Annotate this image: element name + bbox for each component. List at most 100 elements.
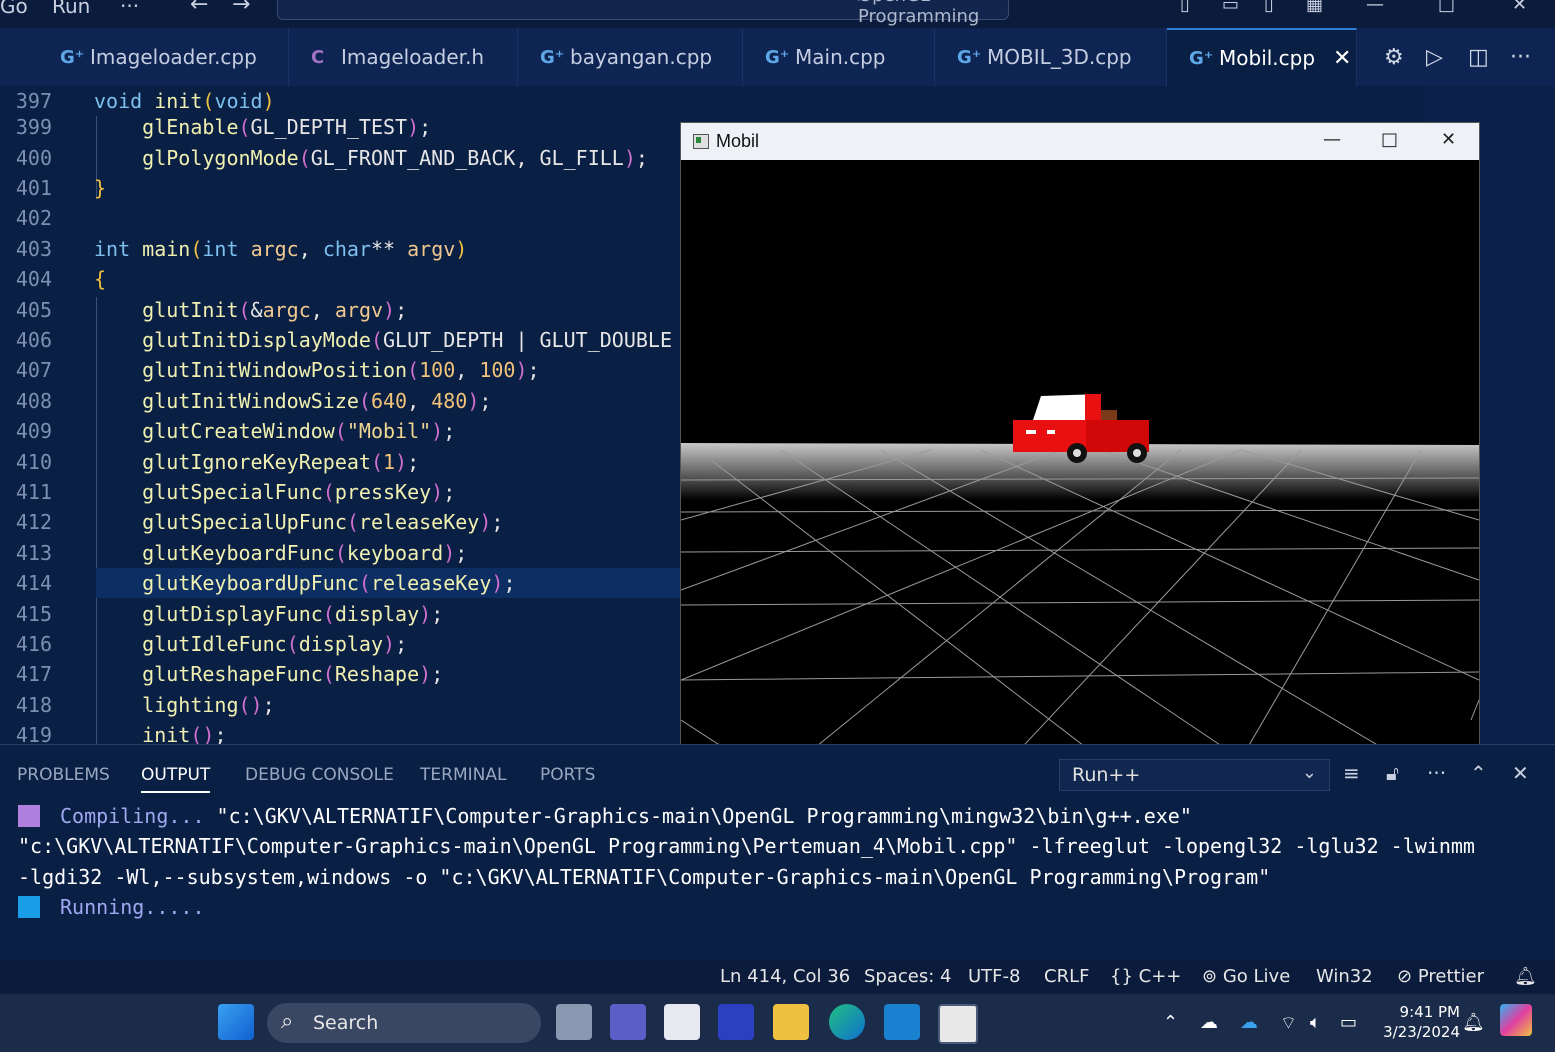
code-text: glutReshapeFunc(Reshape);	[142, 662, 444, 686]
menu-go[interactable]: Go	[0, 0, 28, 18]
windows-start-icon[interactable]	[218, 1004, 254, 1040]
code-text: {	[94, 267, 107, 291]
line-number: 406	[15, 328, 52, 352]
task-view-icon[interactable]	[556, 1004, 592, 1040]
vscode-icon[interactable]	[884, 1004, 920, 1040]
editor-actions: ⚙ ▷ ◫ ···	[1380, 28, 1540, 86]
chevron-up-icon[interactable]: ⌃	[1163, 1012, 1178, 1033]
code-text: glutSpecialUpFunc(releaseKey);	[142, 510, 504, 534]
app-icon[interactable]	[718, 1004, 754, 1040]
go-live-button[interactable]: ⊚ Go Live	[1202, 966, 1290, 987]
tab-main-cpp[interactable]: G⁺ Main.cpp	[743, 28, 935, 86]
line-number: 404	[15, 267, 52, 291]
code-text: glutInitWindowPosition(100, 100);	[142, 358, 540, 382]
back-arrow-icon[interactable]: ←	[190, 0, 208, 17]
output-channel-select[interactable]: Run++ ⌄	[1059, 759, 1330, 791]
maximize-icon[interactable]: □	[1438, 0, 1455, 15]
encoding[interactable]: UTF-8	[968, 966, 1020, 987]
output-line: -lgdi32 -Wl,--subsystem,windows -o "c:\G…	[18, 865, 1271, 889]
battery-icon[interactable]: ▭	[1340, 1012, 1357, 1033]
panel-tab-terminal[interactable]: TERMINAL	[420, 765, 506, 785]
cpp-file-icon: G⁺	[765, 46, 790, 68]
store-icon[interactable]	[664, 1004, 700, 1040]
close-icon[interactable]: ✕	[1512, 0, 1527, 15]
close-tab-icon[interactable]: ✕	[1333, 46, 1351, 71]
tab-mobil-cpp[interactable]: G⁺ Mobil.cpp ✕	[1167, 28, 1357, 86]
tab-mobil-3d-cpp[interactable]: G⁺ MOBIL_3D.cpp	[935, 28, 1167, 86]
edge-icon[interactable]	[829, 1004, 865, 1040]
copilot-icon[interactable]	[1500, 1004, 1532, 1036]
split-editor-icon[interactable]: ◫	[1468, 45, 1489, 70]
clock[interactable]: 9:41 PM 3/23/2024	[1375, 1002, 1460, 1042]
chevron-down-icon: ⌄	[1301, 762, 1317, 783]
line-number: 402	[15, 206, 52, 230]
customize-layout-icon[interactable]: ▦	[1306, 0, 1323, 15]
file-explorer-icon[interactable]	[773, 1004, 809, 1040]
panel-tab-ports[interactable]: PORTS	[540, 765, 595, 785]
window-title: Mobil	[716, 131, 760, 151]
code-text: lighting();	[142, 693, 275, 717]
bell-icon[interactable]: 🔔︎	[1514, 966, 1537, 987]
menu-more[interactable]: ···	[120, 0, 139, 18]
cursor-position[interactable]: Ln 414, Col 36	[720, 966, 850, 987]
teams-icon[interactable]	[610, 1004, 646, 1040]
line-number: 416	[15, 632, 52, 656]
more-actions-icon[interactable]: ···	[1427, 761, 1446, 785]
taskbar-search[interactable]: ⌕ Search	[267, 1003, 541, 1043]
line-ending[interactable]: CRLF	[1044, 966, 1089, 987]
c-header-file-icon: C	[311, 46, 325, 68]
minimize-icon[interactable]: —	[1323, 129, 1341, 150]
line-number: 399	[15, 115, 52, 139]
editor-tab-bar: G⁺ Imageloader.cpp C Imageloader.h G⁺ bayan…	[0, 28, 1555, 86]
run-icon[interactable]: ▷	[1426, 45, 1443, 70]
prettier-button[interactable]: ⊘ Prettier	[1397, 966, 1484, 987]
panel-tab-debug-console[interactable]: DEBUG CONSOLE	[245, 765, 394, 785]
indentation[interactable]: Spaces: 4	[864, 966, 951, 987]
output-line: Running.....	[18, 892, 1528, 922]
clear-output-icon[interactable]: ≡	[1343, 761, 1360, 785]
line-number: 410	[15, 450, 52, 474]
command-center-search[interactable]: ⌕ OpenGL Programming	[277, 0, 1009, 27]
code-text: glutInitDisplayMode(GLUT_DEPTH | GLUT_DO…	[142, 328, 672, 352]
toggle-panel-icon[interactable]: ▭	[1222, 0, 1239, 15]
braces-icon: {}	[1110, 966, 1133, 987]
toggle-secondary-sidebar-icon[interactable]: ▯	[1264, 0, 1274, 15]
platform[interactable]: Win32	[1316, 966, 1373, 987]
gear-icon[interactable]: ⚙	[1384, 45, 1404, 70]
line-number: 400	[15, 146, 52, 170]
onedrive-icon[interactable]: ☁	[1240, 1012, 1258, 1033]
status-bar: Ln 414, Col 36 Spaces: 4 UTF-8 CRLF {} C…	[0, 960, 1555, 994]
volume-icon[interactable]: 🔈︎	[1310, 1012, 1321, 1033]
close-icon[interactable]: ✕	[1441, 129, 1456, 150]
more-actions-icon[interactable]: ···	[1510, 45, 1531, 70]
close-panel-icon[interactable]: ✕	[1512, 761, 1529, 785]
forward-arrow-icon[interactable]: →	[232, 0, 250, 17]
line-number: 407	[15, 358, 52, 382]
panel-tab-problems[interactable]: PROBLEMS	[17, 765, 110, 785]
tab-imageloader-cpp[interactable]: G⁺ Imageloader.cpp	[38, 28, 289, 86]
output-line: "c:\GKV\ALTERNATIF\Computer-Graphics-mai…	[18, 834, 1475, 858]
panel-tab-output[interactable]: OUTPUT	[141, 765, 211, 793]
notification-bell-icon[interactable]: 🔔︎	[1462, 1012, 1485, 1033]
window-title-bar[interactable]: Mobil — □ ✕	[681, 123, 1479, 160]
chevron-up-icon[interactable]: ⌃	[1470, 761, 1487, 785]
output-channel-value: Run++	[1072, 764, 1141, 786]
minimize-icon[interactable]: —	[1366, 0, 1384, 15]
workspace-name: OpenGL Programming	[858, 0, 980, 27]
line-number: 403	[15, 237, 52, 261]
tab-bayangan-cpp[interactable]: G⁺ bayangan.cpp	[518, 28, 743, 86]
toggle-sidebar-icon[interactable]: ▯	[1180, 0, 1190, 15]
mobil-app-icon[interactable]	[938, 1004, 978, 1044]
line-number: 401	[15, 176, 52, 200]
menu-run[interactable]: Run	[52, 0, 90, 18]
wifi-icon[interactable]: ⌔	[1280, 1012, 1297, 1035]
opengl-window[interactable]: Mobil — □ ✕	[680, 122, 1480, 760]
tab-imageloader-h[interactable]: C Imageloader.h	[289, 28, 518, 86]
maximize-icon[interactable]: □	[1381, 129, 1398, 150]
lock-icon[interactable]: 🔓︎	[1386, 761, 1399, 785]
compile-command: "c:\GKV\ALTERNATIF\Computer-Graphics-mai…	[204, 804, 1192, 828]
cloud-icon[interactable]: ☁	[1200, 1012, 1218, 1033]
language-mode[interactable]: {} C++	[1110, 966, 1181, 987]
app-icon	[693, 134, 709, 149]
time: 9:41 PM	[1399, 1003, 1460, 1021]
